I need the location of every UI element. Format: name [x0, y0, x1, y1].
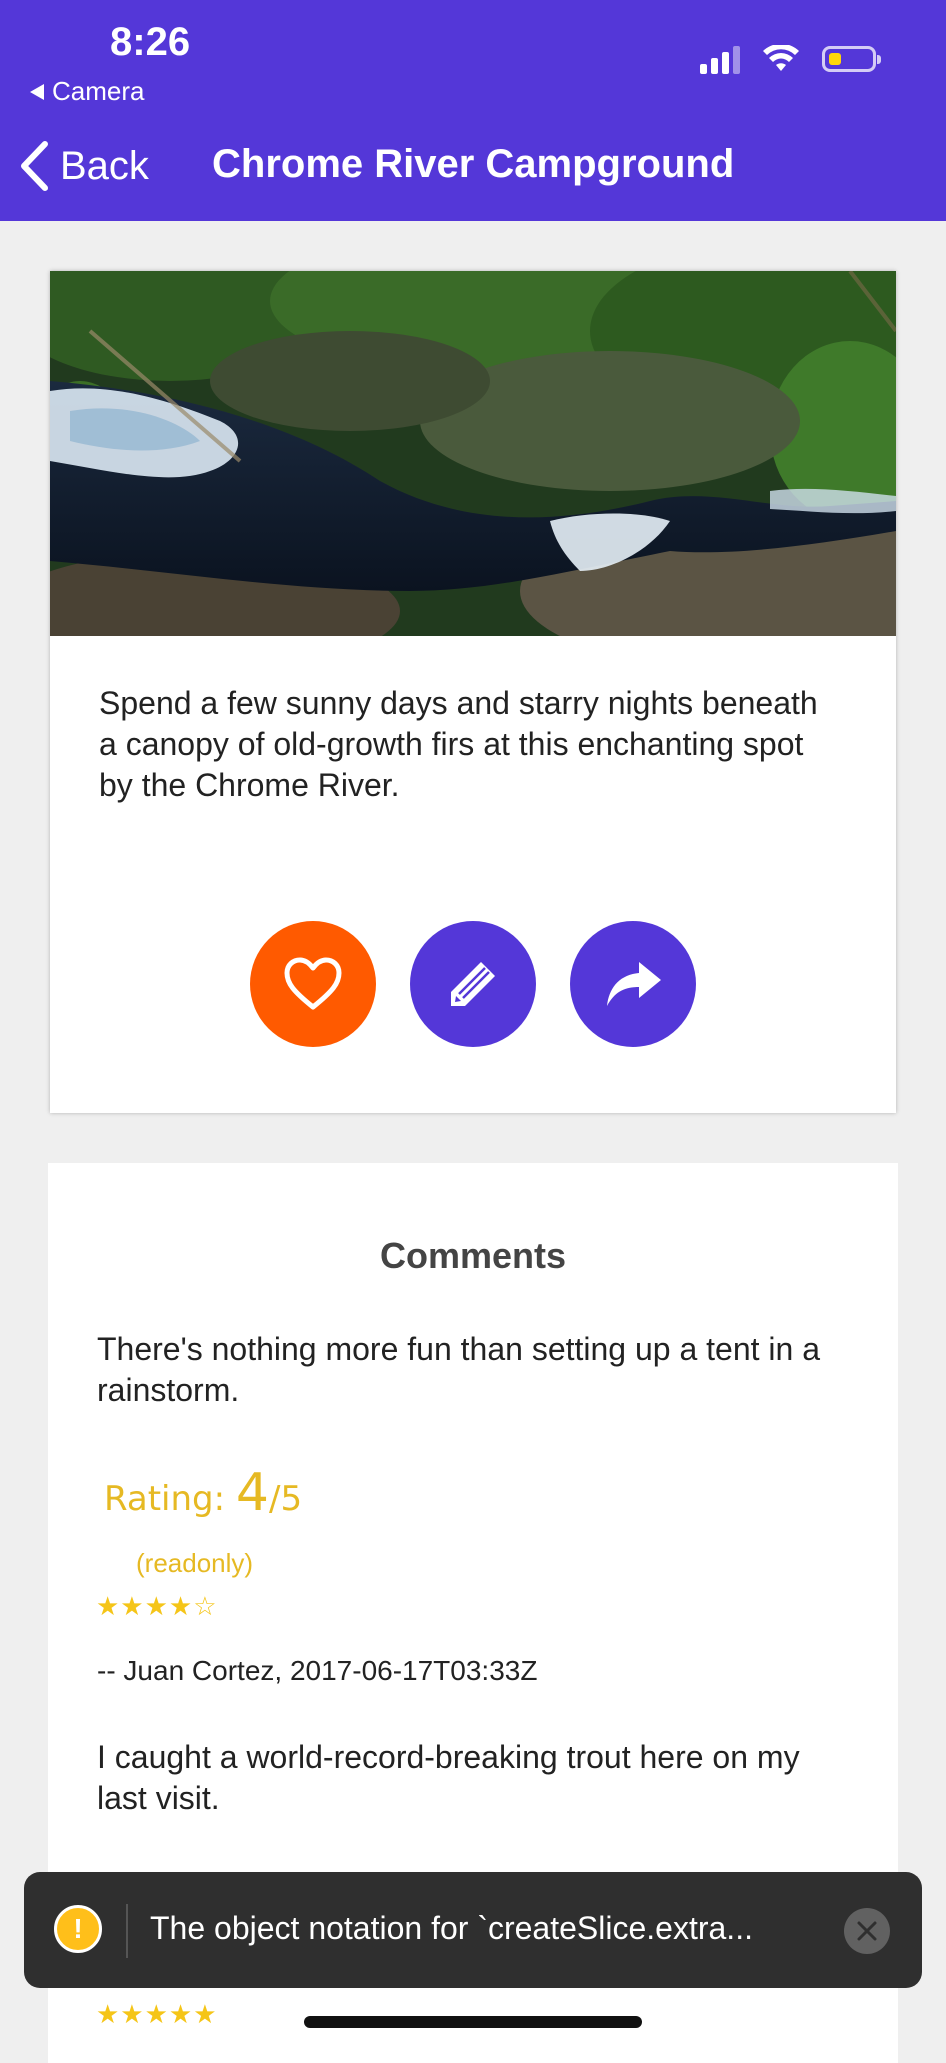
- favorite-button[interactable]: [250, 921, 376, 1047]
- comments-title: Comments: [379, 1235, 567, 1276]
- battery-icon: [822, 46, 881, 72]
- rating-display: Rating: 4/5: [104, 1463, 302, 1523]
- toast-message: The object notation for `createSlice.ext…: [150, 1910, 753, 1946]
- back-button[interactable]: Back: [18, 140, 149, 192]
- campground-description: Spend a few sunny days and starry nights…: [99, 685, 818, 803]
- share-icon: [607, 962, 661, 1006]
- star-rating: ★★★★☆: [96, 1591, 218, 1621]
- close-icon: [857, 1921, 877, 1941]
- home-indicator[interactable]: [304, 2016, 642, 2028]
- rating-value: 4: [235, 1463, 269, 1523]
- status-time: 8:26: [110, 20, 191, 64]
- cellular-signal-icon: [700, 44, 740, 74]
- toast-close-button[interactable]: [844, 1908, 890, 1954]
- comment-text: There's nothing more fun than setting up…: [97, 1331, 821, 1408]
- campground-photo: [50, 271, 896, 636]
- rating-max: /5: [268, 1479, 303, 1519]
- heart-icon: [284, 957, 342, 1010]
- back-to-camera-label: Camera: [52, 76, 145, 106]
- edit-button[interactable]: [410, 921, 536, 1047]
- page-title: Chrome River Campground: [212, 142, 735, 186]
- comment-author: -- Juan Cortez, 2017-06-17T03:33Z: [97, 1655, 538, 1686]
- back-button-label: Back: [60, 143, 149, 188]
- toast-divider: [126, 1904, 128, 1958]
- warning-icon: !: [54, 1905, 102, 1953]
- comment-text: I caught a world-record-breaking trout h…: [97, 1739, 800, 1816]
- back-triangle-icon: [30, 83, 44, 100]
- back-to-camera-link[interactable]: Camera: [30, 76, 144, 107]
- rating-prefix: Rating:: [104, 1479, 226, 1519]
- app-header: 8:26 Camera Back Chrome River Campground: [0, 0, 946, 221]
- share-button[interactable]: [570, 921, 696, 1047]
- chevron-left-icon: [21, 141, 48, 191]
- readonly-label: (readonly): [136, 1548, 254, 1578]
- status-icons: [700, 44, 881, 74]
- wifi-icon: [763, 45, 799, 71]
- pencil-icon: [451, 962, 495, 1006]
- campground-card: Spend a few sunny days and starry nights…: [50, 271, 896, 1113]
- star-rating: ★★★★★: [96, 1999, 218, 2029]
- warning-toast[interactable]: ! The object notation for `createSlice.e…: [24, 1872, 922, 1988]
